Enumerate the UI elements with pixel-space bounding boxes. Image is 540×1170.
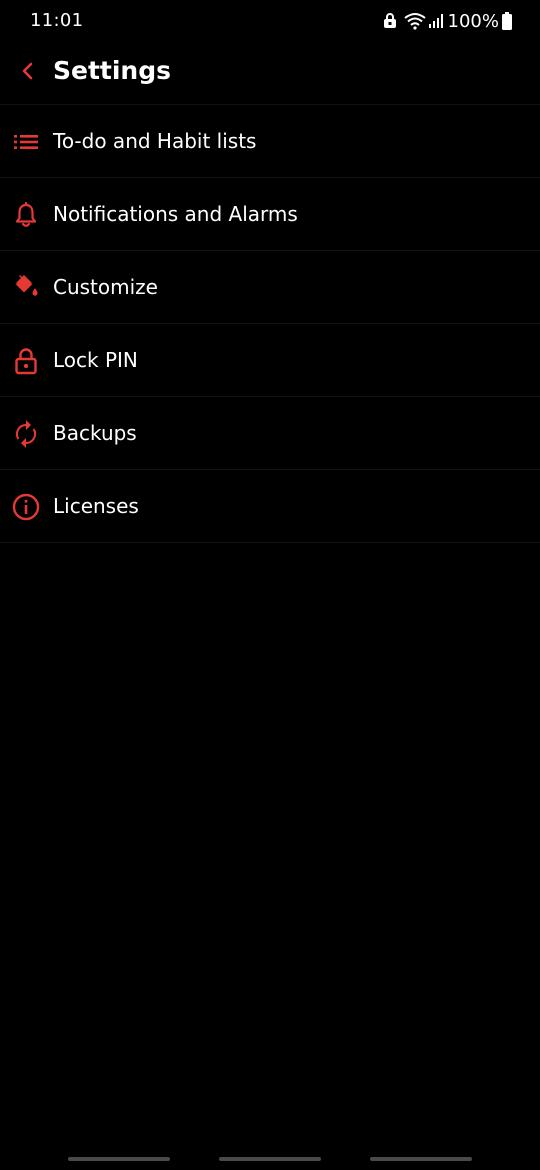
status-bar: 11:01 100%: [0, 0, 540, 42]
wifi-icon: [403, 12, 426, 30]
bell-icon: [12, 202, 40, 228]
info-icon: [12, 493, 40, 521]
app-bar: Settings: [0, 42, 540, 105]
settings-item-notifications-alarms[interactable]: Notifications and Alarms: [0, 178, 540, 251]
sync-icon: [12, 420, 40, 448]
signal-icon: [428, 13, 444, 29]
settings-item-licenses[interactable]: Licenses: [0, 470, 540, 543]
status-time: 11:01: [30, 10, 84, 31]
settings-item-backups[interactable]: Backups: [0, 397, 540, 470]
settings-item-label: Lock PIN: [53, 348, 138, 372]
status-icons: 100%: [383, 10, 512, 32]
settings-item-label: Notifications and Alarms: [53, 202, 298, 226]
battery-percent: 100%: [447, 10, 499, 32]
battery-icon: [502, 12, 512, 30]
nav-back-button[interactable]: [370, 1157, 472, 1161]
back-button[interactable]: [10, 52, 44, 94]
settings-item-label: Customize: [53, 275, 158, 299]
system-nav-bar: [0, 1144, 540, 1170]
settings-item-label: Backups: [53, 421, 137, 445]
lock-icon: [12, 348, 40, 375]
settings-list: To-do and Habit lists Notifications and …: [0, 105, 540, 543]
paint-bucket-icon: [12, 275, 40, 301]
settings-item-label: Licenses: [53, 494, 139, 518]
nav-home-button[interactable]: [219, 1157, 321, 1161]
chevron-left-icon: [21, 62, 33, 84]
settings-item-todo-habit-lists[interactable]: To-do and Habit lists: [0, 105, 540, 178]
page-title: Settings: [53, 56, 172, 85]
settings-item-customize[interactable]: Customize: [0, 251, 540, 324]
settings-item-label: To-do and Habit lists: [53, 129, 257, 153]
settings-item-lock-pin[interactable]: Lock PIN: [0, 324, 540, 397]
nav-recents-button[interactable]: [68, 1157, 170, 1161]
lock-status-icon: [383, 13, 397, 29]
list-icon: [12, 129, 40, 155]
